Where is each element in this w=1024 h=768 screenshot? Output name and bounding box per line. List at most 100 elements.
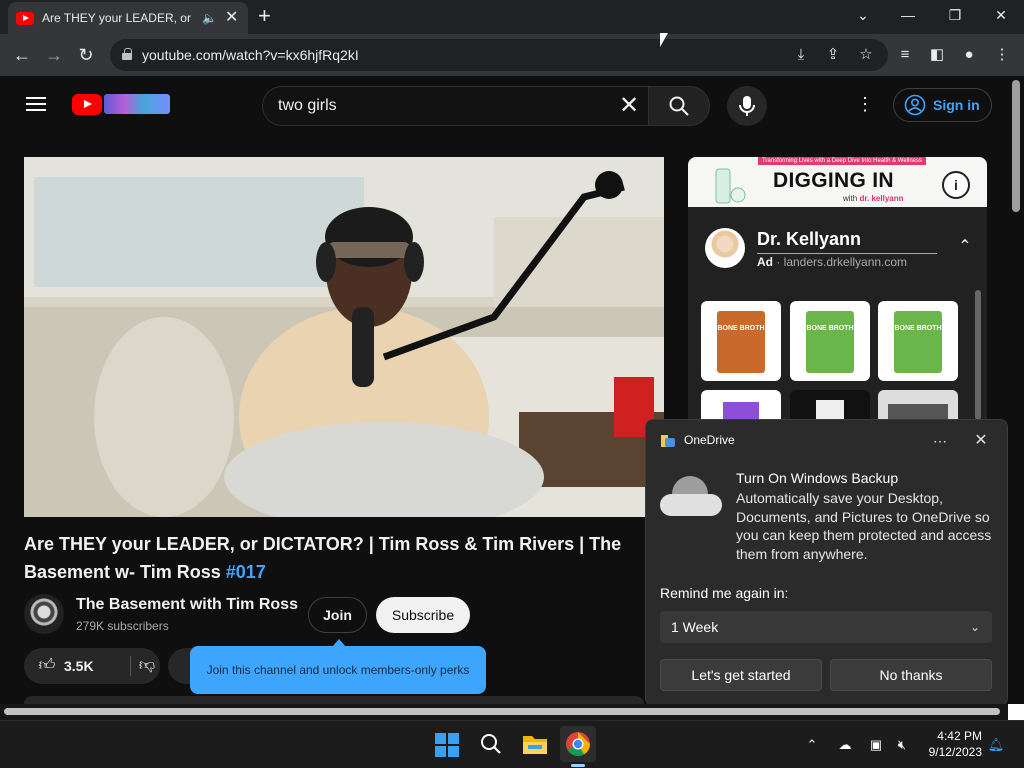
profile-icon[interactable]: ● (958, 44, 980, 66)
mouse-cursor (660, 33, 668, 47)
search-icon (481, 734, 501, 754)
notification-title: Turn On Windows Backup (736, 470, 899, 486)
ad-product-4[interactable] (701, 390, 781, 420)
ad-product-5[interactable] (790, 390, 870, 420)
show-hidden-icons-chevron-icon[interactable]: ⌃ (802, 735, 822, 755)
restore-icon[interactable]: ❐ (941, 4, 969, 26)
folder-icon (523, 736, 547, 754)
start-button[interactable] (429, 726, 465, 762)
advertiser-avatar[interactable] (705, 228, 745, 268)
youtube-doodle[interactable] (104, 94, 170, 114)
youtube-favicon-icon (16, 11, 34, 25)
youtube-header: two girls ✕ ⋮ Sign in (0, 76, 1012, 132)
ad-banner-sub-brand: dr. kellyann (859, 194, 904, 203)
remind-interval-value: 1 Week (671, 619, 719, 635)
bookmark-star-icon[interactable]: ☆ (855, 44, 877, 66)
address-bar[interactable]: youtube.com/watch?v=kx6hjfRq2kI (110, 39, 888, 71)
ad-scrollbar[interactable] (975, 290, 981, 420)
subscriber-count: 279K subscribers (76, 619, 169, 633)
volume-muted-icon[interactable]: 🔇︎ (892, 735, 912, 755)
window-close-icon[interactable]: ✕ (987, 4, 1015, 26)
youtube-logo[interactable] (72, 94, 102, 115)
account-circle-icon (904, 94, 926, 116)
menu-icon[interactable] (26, 97, 46, 111)
lets-get-started-button[interactable]: Let's get started (660, 659, 822, 691)
advertiser-name[interactable]: Dr. Kellyann (757, 229, 861, 250)
video-player[interactable] (24, 157, 664, 517)
scrollbar-corner (1008, 704, 1024, 720)
sign-in-label: Sign in (933, 97, 980, 113)
taskbar-time[interactable]: 4:42 PM (920, 729, 982, 743)
ad-product-3[interactable]: BONE BROTH (878, 301, 958, 381)
like-dislike-group: 👍︎ 3.5K 👎︎ (24, 648, 160, 684)
lock-icon[interactable] (122, 48, 132, 60)
search-button[interactable] (648, 86, 710, 126)
taskbar-search-button[interactable] (473, 726, 509, 762)
ad-banner-tagline: Transforming Lives with a Deep Dive Into… (758, 157, 926, 165)
product-package (888, 404, 948, 420)
sign-in-button[interactable]: Sign in (893, 88, 992, 122)
install-app-icon[interactable]: ⤓ (790, 44, 812, 66)
like-count[interactable]: 3.5K (64, 658, 94, 674)
more-options-icon[interactable]: ⋯ (928, 431, 952, 451)
like-divider (130, 656, 131, 676)
search-query[interactable]: two girls (278, 97, 337, 115)
onedrive-tray-icon[interactable]: ☁ (835, 735, 855, 755)
notification-body: Automatically save your Desktop, Documen… (736, 490, 992, 562)
ad-label: Ad (757, 255, 773, 269)
channel-avatar[interactable] (24, 594, 64, 634)
channel-name-link[interactable]: The Basement with Tim Ross (76, 596, 298, 614)
tab-close-icon[interactable]: ✕ (225, 10, 238, 26)
thumbs-down-icon[interactable]: 👎︎ (136, 655, 158, 677)
voice-search-button[interactable] (727, 86, 767, 126)
tab-search-chevron-icon[interactable]: ⌄ (849, 4, 877, 26)
browser-menu-icon[interactable]: ⋮ (991, 44, 1013, 66)
video-title-text: Are THEY your LEADER, or DICTATOR? | Tim… (24, 534, 622, 582)
product-label: BONE BROTH (806, 325, 854, 332)
cloud-icon (660, 476, 722, 516)
remind-label: Remind me again in: (660, 585, 789, 601)
network-icon[interactable]: ▣ (866, 735, 886, 755)
search-input[interactable]: two girls ✕ (262, 86, 648, 126)
horizontal-scrollbar[interactable] (4, 708, 1000, 715)
video-hashtag-link[interactable]: #017 (226, 562, 266, 582)
ad-banner-subtitle: with dr. kellyann (843, 194, 904, 203)
clear-search-icon[interactable]: ✕ (616, 93, 642, 119)
subscribe-button[interactable]: Subscribe (376, 597, 470, 633)
tab-audio-icon[interactable]: 🔈 (202, 11, 217, 25)
new-tab-icon[interactable]: + (258, 5, 271, 27)
url-text[interactable]: youtube.com/watch?v=kx6hjfRq2kI (142, 47, 359, 63)
thumbs-up-icon[interactable]: 👍︎ (36, 655, 58, 677)
settings-kebab-icon[interactable]: ⋮ (855, 94, 875, 114)
ad-product-6[interactable] (878, 390, 958, 420)
back-arrow-icon[interactable]: ← (10, 43, 34, 67)
video-frame (24, 157, 664, 517)
ad-collapse-chevron-icon[interactable]: ⌃ (954, 236, 976, 258)
page-vertical-scrollbar[interactable] (1012, 80, 1020, 212)
browser-tab-strip: Are THEY your LEADER, or DI 🔈 ✕ + ⌄ — ❐ … (0, 0, 1024, 34)
product-package: BONE BROTH (717, 311, 765, 373)
reload-icon[interactable]: ↻ (74, 43, 98, 67)
close-notification-icon[interactable]: ✕ (970, 430, 992, 452)
remind-interval-select[interactable]: 1 Week ⌄ (660, 611, 992, 643)
join-button[interactable]: Join (308, 597, 367, 633)
browser-toolbar: ← → ↻ youtube.com/watch?v=kx6hjfRq2kI ⤓ … (0, 34, 1024, 76)
minimize-icon[interactable]: — (894, 4, 922, 26)
side-panel-icon[interactable]: ◧ (926, 44, 948, 66)
ad-domain[interactable]: · landers.drkellyann.com (773, 255, 907, 269)
no-thanks-button[interactable]: No thanks (830, 659, 992, 691)
product-package: BONE BROTH (806, 311, 854, 373)
file-explorer-button[interactable] (517, 726, 553, 762)
chrome-taskbar-button[interactable] (560, 726, 596, 762)
ad-info-icon[interactable]: i (942, 171, 970, 199)
join-tooltip: Join this channel and unlock members-onl… (190, 639, 486, 694)
forward-arrow-icon[interactable]: → (42, 43, 66, 67)
notification-bell-icon[interactable]: 🔔︎ (986, 735, 1006, 755)
ad-product-1[interactable]: BONE BROTH (701, 301, 781, 381)
share-page-icon[interactable]: ⇪ (822, 44, 844, 66)
browser-tab-active[interactable]: Are THEY your LEADER, or DI 🔈 ✕ (8, 2, 248, 34)
ad-product-2[interactable]: BONE BROTH (790, 301, 870, 381)
taskbar-date[interactable]: 9/12/2023 (910, 745, 982, 759)
windows-logo-icon (435, 733, 459, 757)
media-control-icon[interactable]: ≡ (894, 44, 916, 66)
